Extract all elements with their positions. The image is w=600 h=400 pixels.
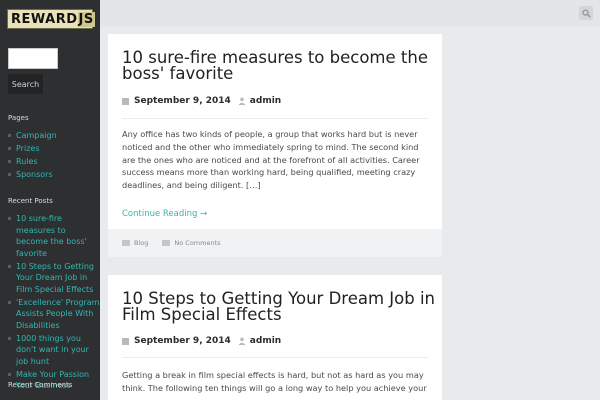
post-author[interactable]: admin bbox=[250, 96, 281, 106]
recent-post-link[interactable]: 10 sure-fire measures to become the boss… bbox=[8, 213, 100, 259]
post-title[interactable]: 10 Steps to Getting Your Dream Job in Fi… bbox=[122, 290, 438, 323]
divider bbox=[122, 357, 428, 358]
sidebar: REWARDJS Search Pages Campaign Prizes Ru… bbox=[0, 0, 100, 400]
pages-list: Campaign Prizes Rules Sponsors bbox=[8, 130, 57, 182]
page-link-prizes[interactable]: Prizes bbox=[8, 143, 57, 155]
search-icon bbox=[581, 8, 591, 18]
comment-icon bbox=[162, 240, 171, 246]
post-comments-link[interactable]: No Comments bbox=[174, 239, 220, 247]
divider bbox=[122, 118, 428, 119]
site-logo[interactable]: REWARDJS bbox=[7, 9, 95, 29]
page-link-rules[interactable]: Rules bbox=[8, 156, 57, 168]
post-meta: September 9, 2014 admin bbox=[122, 336, 281, 346]
user-icon bbox=[238, 97, 246, 105]
search-toggle-button[interactable] bbox=[579, 6, 593, 20]
logo-text: REWARDJS bbox=[11, 11, 95, 27]
post-excerpt: Any office has two kinds of people, a gr… bbox=[122, 129, 420, 191]
post-title[interactable]: 10 sure-fire measures to become the boss… bbox=[122, 49, 438, 82]
recent-posts-heading: Recent Posts bbox=[8, 197, 53, 205]
search-input[interactable] bbox=[8, 48, 58, 69]
pages-heading: Pages bbox=[8, 114, 29, 122]
post-card: 10 sure-fire measures to become the boss… bbox=[108, 34, 442, 229]
post-author[interactable]: admin bbox=[250, 336, 281, 346]
continue-reading-link[interactable]: Continue Reading → bbox=[122, 209, 207, 219]
top-bar bbox=[100, 0, 600, 26]
post-category-link[interactable]: Blog bbox=[134, 239, 148, 247]
post-card: 10 Steps to Getting Your Dream Job in Fi… bbox=[108, 275, 442, 400]
calendar-icon bbox=[122, 337, 129, 345]
recent-post-link[interactable]: 'Excellence' Program Assists People With… bbox=[8, 297, 100, 332]
recent-post-link[interactable]: 10 Steps to Getting Your Dream Job in Fi… bbox=[8, 261, 100, 296]
calendar-icon bbox=[122, 97, 129, 105]
folder-icon bbox=[122, 240, 130, 246]
recent-post-link[interactable]: 1000 things you don't want in your job h… bbox=[8, 333, 100, 368]
post-date[interactable]: September 9, 2014 bbox=[134, 96, 231, 106]
post-footer: Blog No Comments bbox=[108, 229, 442, 257]
post-date[interactable]: September 9, 2014 bbox=[134, 336, 231, 346]
recent-comments-heading: Recent Comments bbox=[8, 381, 73, 389]
user-icon bbox=[238, 337, 246, 345]
page-link-campaign[interactable]: Campaign bbox=[8, 130, 57, 142]
recent-posts-list: 10 sure-fire measures to become the boss… bbox=[8, 213, 100, 393]
post-excerpt: Getting a break in film special effects … bbox=[122, 370, 427, 393]
post-meta: September 9, 2014 admin bbox=[122, 96, 281, 106]
search-button[interactable]: Search bbox=[8, 74, 43, 94]
page-link-sponsors[interactable]: Sponsors bbox=[8, 169, 57, 181]
